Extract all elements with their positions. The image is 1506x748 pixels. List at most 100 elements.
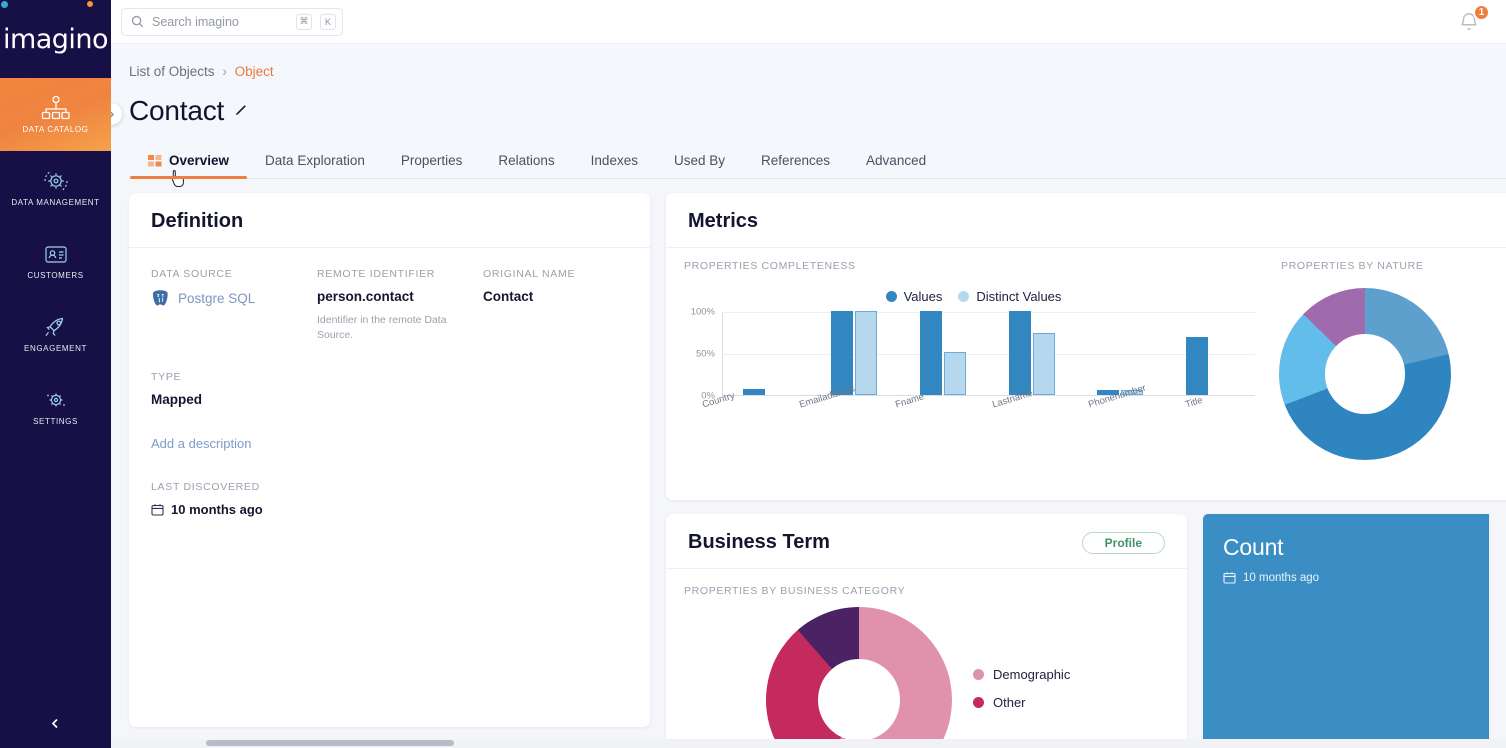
top-bar: Search imagino ⌘ K 1 [111,0,1506,44]
last-discovered-value: 10 months ago [171,502,263,518]
data-management-icon [41,168,71,194]
search-input[interactable]: Search imagino ⌘ K [121,7,343,36]
tab-advanced[interactable]: Advanced [848,147,944,179]
legend-item-values[interactable]: Values [885,289,943,304]
bar-group[interactable] [1008,311,1055,395]
panel-expand-button[interactable] [111,103,122,125]
bar-distinct-values[interactable] [855,311,878,395]
tab-bar: Overview Data Exploration Properties Rel… [129,147,1506,187]
breadcrumb-root[interactable]: List of Objects [129,64,215,79]
add-description-link[interactable]: Add a description [151,436,251,451]
bar-values[interactable] [742,389,765,395]
properties-completeness-caption: PROPERTIES COMPLETENESS [684,260,856,272]
chevron-right-icon [111,111,114,117]
bar-chart-y-axis: 100% 50% 0% [684,307,720,402]
bar-values[interactable] [919,311,942,395]
search-icon [131,15,144,28]
metrics-body: PROPERTIES COMPLETENESS Values Distinct … [666,248,1506,490]
tab-data-exploration[interactable]: Data Exploration [247,147,383,179]
tab-relations[interactable]: Relations [480,147,572,179]
left-column: Definition DATA SOURCE Postgre SQL REMOT… [129,193,650,727]
properties-by-nature-caption: PROPERTIES BY NATURE [1281,260,1424,272]
tab-overview[interactable]: Overview [130,147,248,187]
legend-label: Values [903,289,943,304]
legend-dot-demographic [973,669,984,680]
page-title: Contact [129,95,225,126]
donut-chart[interactable] [766,607,952,748]
notifications-button[interactable]: 1 [1458,4,1490,37]
business-term-title: Business Term [688,531,830,553]
bar-distinct-values[interactable] [1032,332,1055,395]
count-card-subtitle-row: 10 months ago [1223,571,1489,584]
engagement-rocket-icon [41,314,71,340]
bar-values[interactable] [831,311,854,395]
lower-row: Business Term Profile PROPERTIES BY BUSI… [666,514,1506,748]
data-source-value[interactable]: Postgre SQL [151,289,317,308]
sidebar-item-customers[interactable]: CUSTOMERS [0,224,111,297]
sidebar-item-label: CUSTOMERS [27,270,84,280]
legend-item-demographic[interactable]: Demographic [973,667,1070,682]
count-card[interactable]: Count 10 months ago [1203,514,1489,748]
business-term-header: Business Term Profile [666,514,1187,569]
x-axis-label: Title [1183,394,1204,411]
y-tick: 50% [695,348,715,360]
logo-text: imagino [2,23,109,55]
breadcrumb-current[interactable]: Object [235,64,274,79]
profile-badge[interactable]: Profile [1081,531,1165,554]
bar-group[interactable] [831,311,878,395]
count-card-subtitle: 10 months ago [1243,571,1320,584]
legend-dot-values [885,291,897,302]
horizontal-scrollbar-track[interactable] [111,739,1506,748]
chevron-left-icon [51,718,58,729]
bar-values[interactable] [1008,311,1031,395]
legend-label: Demographic [993,667,1071,682]
tab-indexes[interactable]: Indexes [573,147,656,179]
bar-values[interactable] [1185,337,1208,395]
kbd-command: ⌘ [296,13,312,30]
sidebar-item-data-management[interactable]: DATA MANAGEMENT [0,151,111,224]
bar-group[interactable] [919,311,966,395]
right-column: Metrics PROPERTIES COMPLETENESS Values D… [666,193,1506,748]
bar-distinct-values[interactable] [943,352,966,395]
data-catalog-icon [41,95,71,121]
properties-by-nature-chart [1279,288,1451,460]
legend-item-other[interactable]: Other [973,695,1070,710]
logo-dot-blue-icon [1,1,8,8]
definition-card-header: Definition [129,193,650,248]
sidebar-item-data-catalog[interactable]: DATA CATALOG [0,78,111,151]
pencil-icon[interactable] [233,104,247,118]
metrics-card: Metrics PROPERTIES COMPLETENESS Values D… [666,193,1506,500]
type-value: Mapped [151,392,203,408]
page-header: List of Objects › Object Contact Overvie… [111,44,1506,187]
breadcrumb: List of Objects › Object [129,64,1506,79]
metrics-card-header: Metrics [666,193,1506,248]
remote-identifier-value: person.contact [317,289,414,304]
overview-grid-icon [148,154,162,167]
tab-references[interactable]: References [743,147,848,179]
sidebar: imagino DATA CATALOG DATA MANAGEMENT CUS… [0,0,111,748]
definition-body: DATA SOURCE Postgre SQL REMOTE IDENTIFIE… [129,248,650,517]
tab-used-by[interactable]: Used By [656,147,743,179]
sidebar-item-engagement[interactable]: ENGAGEMENT [0,297,111,370]
properties-by-nature-block: PROPERTIES BY NATURE [1263,260,1506,490]
sidebar-item-label: DATA MANAGEMENT [11,197,100,207]
sidebar-collapse-button[interactable] [0,717,111,734]
bar-chart-plot [722,311,1255,396]
bar-group[interactable] [1185,337,1208,395]
bar-group[interactable] [742,389,765,395]
business-term-body: PROPERTIES BY BUSINESS CATEGORY Demograp… [666,569,1187,748]
sidebar-item-settings[interactable]: SETTINGS [0,370,111,443]
postgresql-icon [151,289,170,308]
legend-item-distinct-values[interactable]: Distinct Values [958,289,1061,304]
definition-card: Definition DATA SOURCE Postgre SQL REMOT… [129,193,650,727]
field-data-source: DATA SOURCE Postgre SQL [151,268,317,343]
business-term-card: Business Term Profile PROPERTIES BY BUSI… [666,514,1187,748]
app-logo[interactable]: imagino [0,0,111,78]
breadcrumb-separator: › [222,64,227,79]
tab-properties[interactable]: Properties [383,147,481,179]
field-last-discovered: LAST DISCOVERED 10 months ago [151,481,628,517]
horizontal-scrollbar-thumb[interactable] [206,740,454,746]
data-source-name[interactable]: Postgre SQL [178,291,255,306]
donut-chart[interactable] [1279,288,1451,460]
tab-label: Used By [673,153,725,168]
